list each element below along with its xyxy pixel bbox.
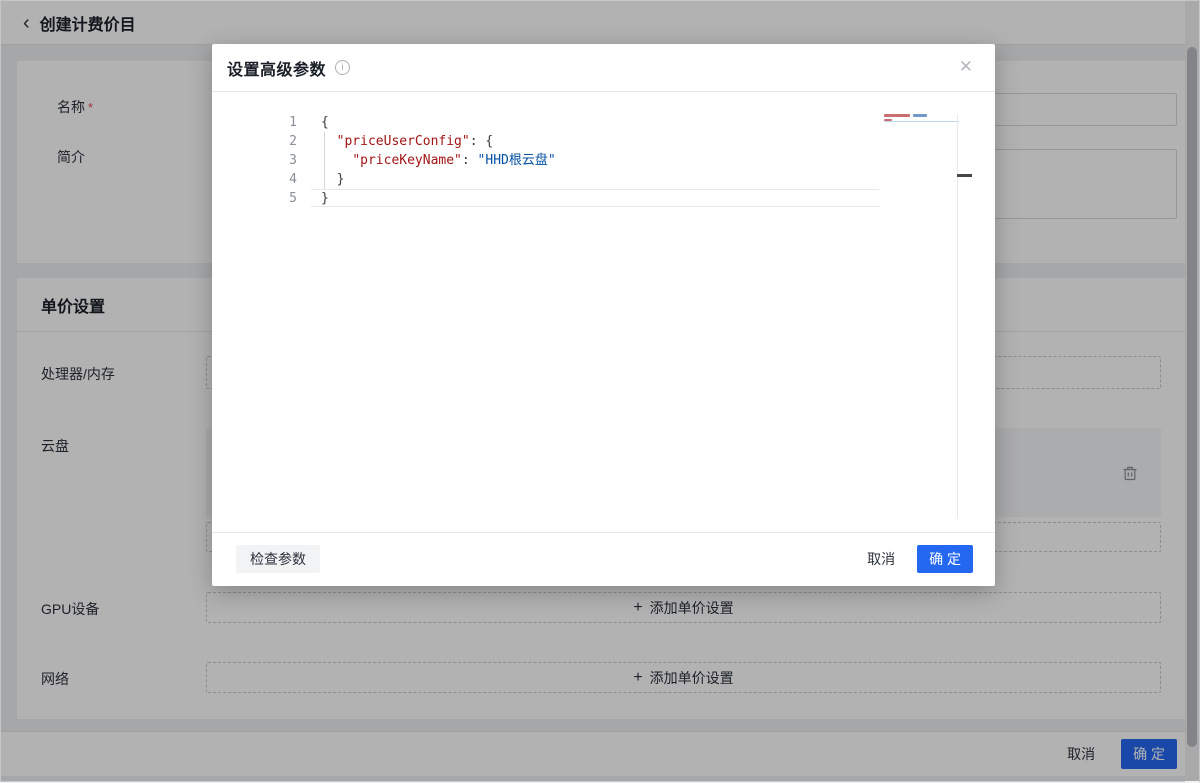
info-icon[interactable]: i (335, 60, 350, 75)
dialog-title: 设置高级参数 (227, 56, 326, 80)
editor-scrollbar-cursor-marker[interactable] (957, 174, 972, 177)
dialog-header: 设置高级参数 i ✕ (212, 44, 995, 92)
code-token-punct: : (462, 153, 478, 168)
code-line[interactable]: "priceUserConfig": { (321, 132, 493, 151)
code-line[interactable]: { (321, 113, 329, 132)
line-number: 2 (247, 132, 297, 151)
minimap-mark (884, 114, 910, 117)
editor-minimap[interactable] (881, 112, 959, 128)
code-token-key: "priceKeyName" (352, 153, 462, 168)
dialog-cancel-button[interactable]: 取消 (867, 549, 895, 569)
code-token-str: "HHD根云盘" (478, 153, 556, 168)
json-code-editor[interactable]: 1 {2 "priceUserConfig": { 3 "priceKeyName"… (212, 92, 995, 532)
code-line[interactable]: } (321, 189, 329, 208)
code-token-punct (321, 134, 337, 149)
line-number: 5 (247, 189, 297, 208)
dialog-footer: 检查参数 取消 确 定 (212, 532, 995, 585)
close-icon[interactable]: ✕ (959, 58, 973, 75)
line-number: 3 (247, 151, 297, 170)
line-number: 1 (247, 113, 297, 132)
code-token-punct (321, 153, 352, 168)
code-token-punct: : { (470, 134, 493, 149)
code-line[interactable]: } (321, 170, 344, 189)
code-token-key: "priceUserConfig" (337, 134, 470, 149)
code-token-punct: } (321, 191, 329, 206)
code-token-punct: { (321, 115, 329, 130)
line-number: 4 (247, 170, 297, 189)
code-token-punct: } (321, 172, 344, 187)
minimap-mark (913, 114, 927, 117)
check-params-button[interactable]: 检查参数 (236, 545, 320, 573)
editor-current-line-highlight (311, 189, 879, 207)
code-line[interactable]: "priceKeyName": "HHD根云盘" (321, 151, 556, 170)
minimap-selection-line (884, 121, 959, 122)
advanced-params-dialog: 设置高级参数 i ✕ 1 {2 "priceUserConfig": { 3 "pr… (212, 44, 995, 586)
dialog-confirm-button[interactable]: 确 定 (917, 545, 973, 573)
